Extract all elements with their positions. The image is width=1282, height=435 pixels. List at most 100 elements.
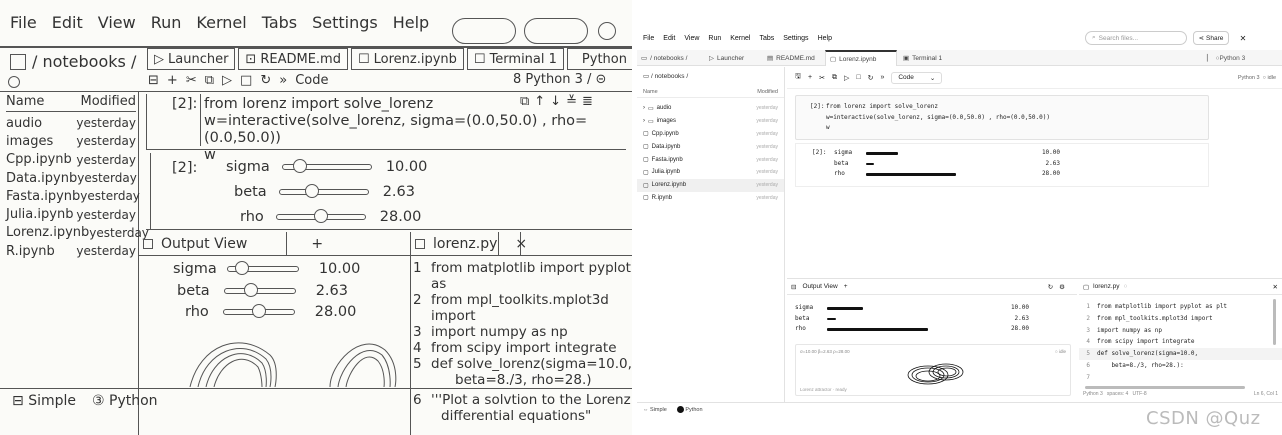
list-item[interactable]: ▢ Fasta.ipynb yesterday	[637, 153, 784, 166]
sketch-menu-help[interactable]: Help	[393, 13, 429, 32]
code-cell[interactable]: [2]: from lorenz import solve_lorenz w=i…	[795, 95, 1209, 140]
menu-settings[interactable]: Settings	[783, 35, 808, 42]
cut-icon[interactable]: ✂	[819, 74, 825, 82]
rho-slider[interactable]	[866, 173, 956, 176]
share-button[interactable]: ⋖ Share	[1193, 31, 1229, 45]
list-item[interactable]: ▢ R.ipynb yesterday	[637, 192, 784, 205]
rho-slider[interactable]: rho 28.00	[185, 303, 356, 321]
copy-icon[interactable]: ⧉	[832, 74, 837, 82]
column-name[interactable]: Name	[6, 94, 44, 109]
column-modified[interactable]: Modified	[757, 89, 778, 95]
slider-handle[interactable]	[251, 304, 266, 318]
kernel-indicator[interactable]: Python 3 ○ idle	[1238, 75, 1276, 81]
sigma-slider[interactable]	[866, 152, 898, 155]
kernel-tab[interactable]: ▏ ○ Python 3	[1207, 50, 1245, 66]
sigma-slider[interactable]	[827, 307, 863, 310]
list-item[interactable]: › ▭ images yesterday	[637, 115, 784, 128]
sketch-tab-launcher[interactable]: ▷ Launcher	[147, 48, 236, 70]
beta-slider[interactable]: beta 2.63	[234, 183, 415, 201]
sketch-search-field[interactable]	[452, 18, 516, 44]
menu-file[interactable]: File	[643, 35, 654, 42]
list-item[interactable]: Cpp.ipynb yesterday	[6, 151, 136, 169]
kernel-status[interactable]: Python	[676, 406, 703, 413]
list-item[interactable]: R.ipynb yesterday	[6, 242, 136, 260]
tab-launcher[interactable]: ▷ Launcher	[705, 50, 763, 66]
kernel-status[interactable]: ③ Python	[92, 393, 158, 409]
list-item[interactable]: ▢ Data.ipynb yesterday	[637, 140, 784, 153]
sketch-menu-kernel[interactable]: Kernel	[196, 13, 246, 32]
sigma-slider[interactable]: sigma 10.00	[226, 158, 427, 176]
slider-handle[interactable]	[234, 261, 249, 275]
cell-toolbar[interactable]: ⧉↑↓≚≣	[520, 94, 598, 109]
menu-tabs[interactable]: Tabs	[759, 35, 774, 42]
sketch-menu-edit[interactable]: Edit	[52, 13, 83, 32]
sketch-lorenz-py-tab[interactable]: lorenz.py ×	[415, 236, 527, 252]
list-item[interactable]: Fasta.ipynb yesterday	[6, 187, 140, 205]
run-icon[interactable]: ▷	[844, 74, 849, 82]
output-view-title[interactable]: Output View	[802, 283, 837, 290]
run-icon[interactable]: ▷	[222, 73, 232, 88]
beta-slider[interactable]: beta 2.63	[177, 282, 348, 300]
slider-group[interactable]	[866, 152, 1026, 184]
close-icon[interactable]: ✕	[1236, 31, 1250, 45]
sketch-output-view-tab[interactable]: Output View +	[143, 236, 323, 252]
list-item[interactable]: ▢ Lorenz.ipynb yesterday	[637, 178, 784, 192]
rho-slider[interactable]: rho 28.00	[240, 208, 421, 226]
editor-tab[interactable]: ▢ lorenz.py ○ ✕	[1079, 279, 1282, 295]
sketch-menu-file[interactable]: File	[10, 13, 37, 32]
restart-icon[interactable]: ↻	[868, 74, 874, 82]
panel-actions[interactable]: ↻⚙	[1048, 283, 1071, 291]
close-icon[interactable]: ×	[515, 236, 527, 252]
vertical-scrollbar[interactable]	[1273, 299, 1276, 345]
sketch-code-editor[interactable]: 1 from matplotlib import pyplot as 2 from …	[413, 260, 632, 424]
copy-icon[interactable]: ⧉	[205, 73, 214, 88]
add-cell-icon[interactable]: +	[808, 74, 812, 81]
slider-handle[interactable]	[313, 209, 328, 223]
beta-slider[interactable]	[827, 317, 836, 320]
run-all-icon[interactable]: »	[880, 74, 884, 81]
slider-track[interactable]	[223, 283, 296, 297]
sketch-tab-lorenz[interactable]: ☐ Lorenz.ipynb	[350, 48, 464, 70]
simple-mode-toggle[interactable]: ⇔ Simple	[643, 407, 667, 413]
sketch-menu-view[interactable]: View	[98, 13, 136, 32]
sketch-menu-tabs[interactable]: Tabs	[262, 13, 297, 32]
simple-mode-toggle[interactable]: ⊟ Simple	[12, 393, 76, 409]
list-item[interactable]: audio yesterday	[6, 114, 136, 132]
sketch-refresh-icon[interactable]	[8, 76, 20, 88]
tab-lorenz[interactable]: ▢ Lorenz.ipynb	[825, 50, 897, 66]
list-item[interactable]: ▢ Julia.ipynb yesterday	[637, 166, 784, 179]
menu-view[interactable]: View	[684, 35, 699, 42]
cell-type-select[interactable]: Code	[295, 73, 328, 88]
horizontal-scrollbar[interactable]	[1085, 386, 1245, 389]
menu-run[interactable]: Run	[708, 35, 721, 42]
slider-track[interactable]	[222, 304, 295, 318]
cut-icon[interactable]: ✂	[186, 73, 197, 88]
list-item[interactable]: › ▭ audio yesterday	[637, 102, 784, 115]
slider-track[interactable]	[275, 209, 366, 223]
slider-track[interactable]	[281, 159, 372, 173]
search-input[interactable]: ⌕ Search files...	[1085, 31, 1187, 45]
sketch-tab-readme[interactable]: ⊡ README.md	[238, 48, 348, 70]
cell-type-select[interactable]: Code ⌄	[891, 71, 943, 84]
run-all-icon[interactable]: »	[279, 73, 287, 88]
output-slider-group[interactable]	[827, 307, 1007, 337]
list-item[interactable]: Data.ipynb yesterday	[6, 169, 137, 187]
sketch-menu-settings[interactable]: Settings	[312, 13, 378, 32]
add-tab-icon[interactable]: +	[311, 236, 323, 252]
restart-icon[interactable]: ↻	[260, 73, 271, 88]
sketch-share-button[interactable]	[524, 18, 588, 44]
list-item[interactable]: Lorenz.ipynb yesterday	[6, 224, 149, 242]
slider-handle[interactable]	[243, 283, 258, 297]
add-cell-icon[interactable]: +	[167, 73, 178, 88]
slider-handle[interactable]	[293, 159, 308, 173]
menu-edit[interactable]: Edit	[663, 35, 675, 42]
tab-readme[interactable]: ▤ README.md	[763, 50, 825, 66]
list-item[interactable]: ▢ Cpp.ipynb yesterday	[637, 128, 784, 141]
list-item[interactable]: images yesterday	[6, 132, 136, 150]
sketch-tab-python[interactable]: Python 3	[566, 48, 632, 70]
rho-slider[interactable]	[827, 328, 928, 331]
slider-track[interactable]	[278, 184, 369, 198]
sketch-menu-run[interactable]: Run	[151, 13, 182, 32]
list-item[interactable]: Julia.ipynb yesterday	[6, 205, 136, 223]
slider-track[interactable]	[226, 261, 299, 275]
